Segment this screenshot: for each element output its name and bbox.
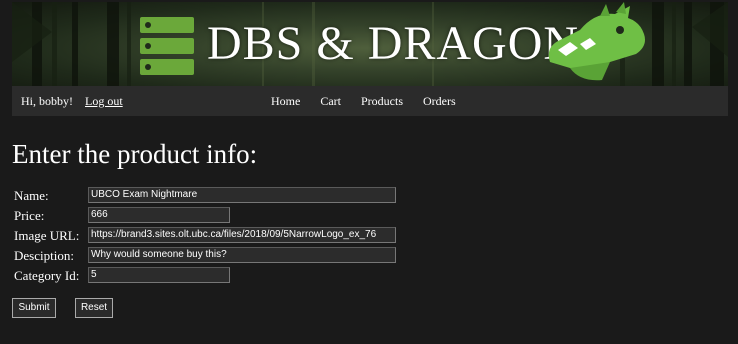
nav-orders-link[interactable]: Orders	[423, 94, 456, 108]
description-input[interactable]: Why would someone buy this?	[88, 247, 396, 263]
form-row-image-url: Image URL: https://brand3.sites.olt.ubc.…	[12, 227, 412, 245]
nav-links: Home Cart Products Orders	[271, 94, 476, 109]
name-label: Name:	[14, 188, 49, 203]
database-stack-icon	[140, 17, 194, 75]
form-row-name: Name: UBCO Exam Nightmare	[12, 187, 412, 205]
dragon-icon	[548, 2, 645, 81]
category-id-input[interactable]: 5	[88, 267, 230, 283]
nav-products-link[interactable]: Products	[361, 94, 403, 108]
price-label: Price:	[14, 208, 45, 223]
form-row-description: Desciption: Why would someone buy this?	[12, 247, 412, 265]
category-id-label: Category Id:	[14, 268, 80, 283]
description-label: Desciption:	[14, 248, 74, 263]
submit-button[interactable]: Submit	[12, 298, 56, 318]
form-row-price: Price: 666	[12, 207, 412, 225]
nav-cart-link[interactable]: Cart	[320, 94, 341, 108]
user-greeting: Hi, bobby!	[21, 94, 73, 108]
name-input[interactable]: UBCO Exam Nightmare	[88, 187, 396, 203]
site-banner: DBS & DRAGONS	[12, 2, 728, 86]
form-row-category-id: Category Id: 5	[12, 267, 412, 285]
page: DBS & DRAGONS Hi, bobby! Log out Home Car…	[0, 0, 738, 344]
nav-home-link[interactable]: Home	[271, 94, 300, 108]
image-url-label: Image URL:	[14, 228, 80, 243]
logout-link[interactable]: Log out	[85, 94, 123, 109]
price-input[interactable]: 666	[88, 207, 230, 223]
reset-button[interactable]: Reset	[75, 298, 113, 318]
image-url-input[interactable]: https://brand3.sites.olt.ubc.ca/files/20…	[88, 227, 396, 243]
nav-bar: Hi, bobby! Log out Home Cart Products Order…	[12, 86, 728, 116]
page-title: Enter the product info:	[12, 139, 258, 169]
